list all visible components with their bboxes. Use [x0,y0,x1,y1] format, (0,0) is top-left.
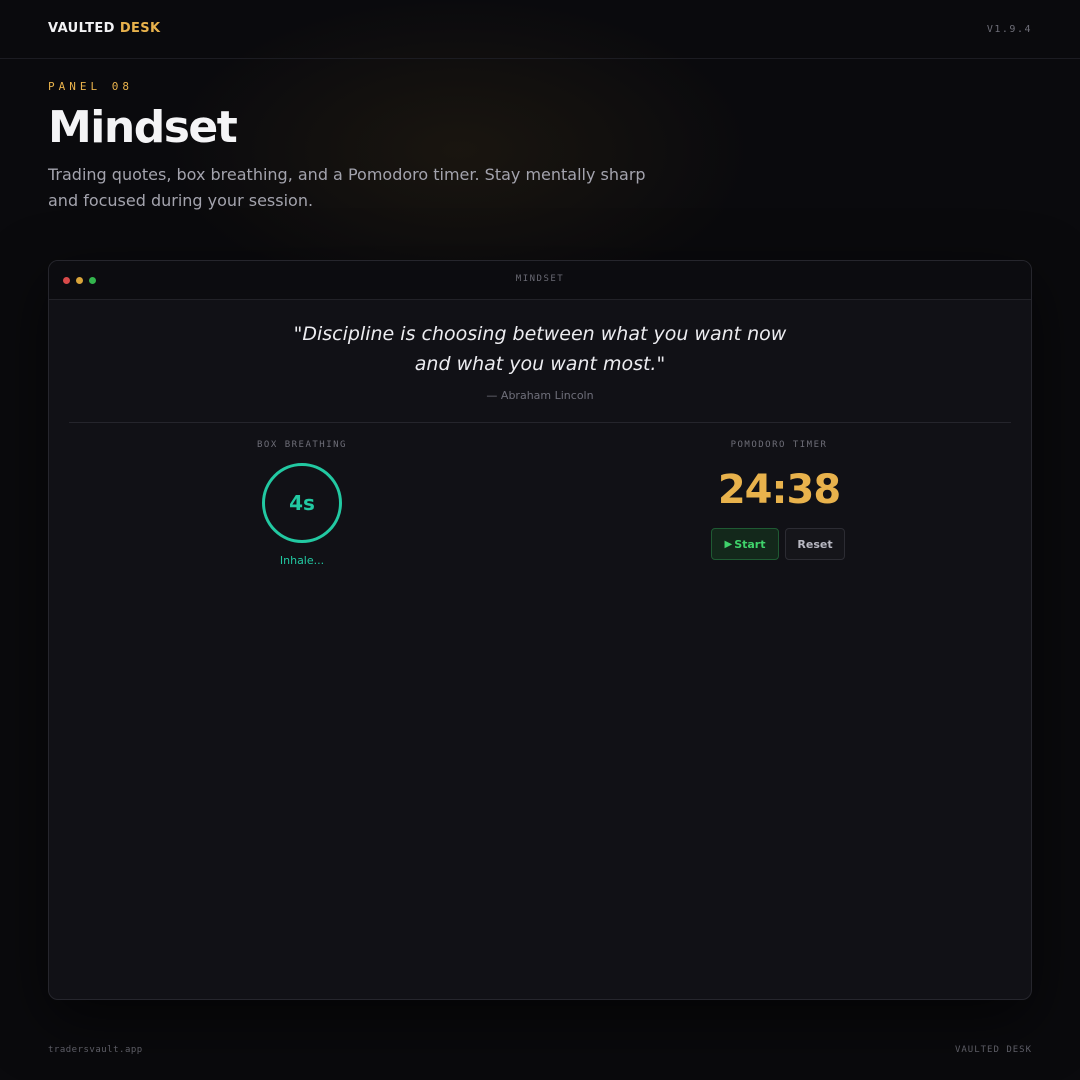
mindset-window: MINDSET "Discipline is choosing between … [48,260,1032,1000]
section-divider [69,422,1011,423]
start-button-label: Start [734,537,766,551]
quote-text: "Discipline is choosing between what you… [293,323,787,375]
page-title: Mindset [48,102,238,153]
quote-author: — Abraham Lincoln [486,389,594,402]
quote-block: "Discipline is choosing between what you… [49,319,1031,402]
footer-brand: VAULTED DESK [954,1045,1032,1055]
page-description: Trading quotes, box breathing, and a Pom… [48,165,646,210]
brand-accent: DESK [119,21,161,36]
brand-primary: VAULTED [48,21,115,36]
breathing-count: 4s [289,491,315,515]
panel-kicker: PANEL 08 [48,80,133,93]
window-title: MINDSET [515,274,565,284]
start-button[interactable]: ▶ Start [711,528,779,560]
brand-logo[interactable]: VAULTED DESK [48,21,161,36]
play-icon: ▶ [724,538,733,550]
version-label: V1.9.4 [986,24,1032,35]
breathing-phase: Inhale... [279,554,325,567]
reset-button-label: Reset [797,537,833,551]
pomodoro-time: 24:38 [717,467,841,513]
window-title-bar: MINDSET [49,261,1031,300]
breathing-circle: 4s [262,463,342,543]
footer-site-link[interactable]: tradersvault.app [48,1045,143,1055]
page: VAULTED DESK V1.9.4 PANEL 08 Mindset Tra… [0,0,1080,1080]
box-breathing-label: BOX BREATHING [257,440,347,450]
top-bar: VAULTED DESK V1.9.4 [0,0,1080,59]
reset-button[interactable]: Reset [785,528,845,560]
pomodoro-label: POMODORO TIMER [730,440,828,450]
